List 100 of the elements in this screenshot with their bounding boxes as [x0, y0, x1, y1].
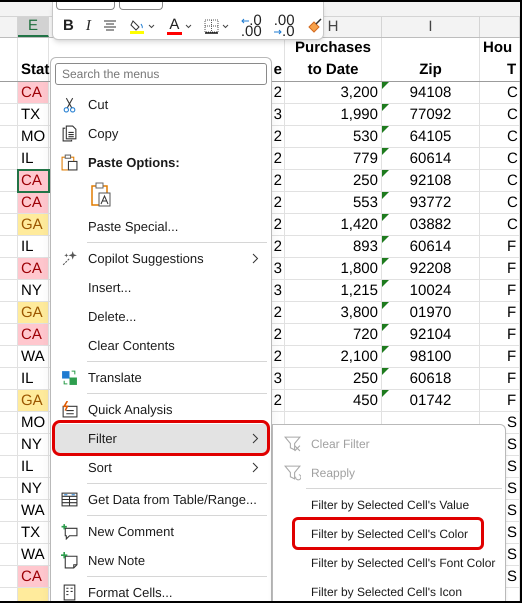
table-cell[interactable]: IL: [18, 456, 49, 478]
table-cell[interactable]: WA: [18, 346, 49, 368]
table-cell[interactable]: GA: [18, 390, 49, 412]
scissors-icon: [61, 96, 78, 113]
table-cell: 2,100: [285, 346, 382, 368]
table-cell: 250: [285, 368, 382, 390]
zip-code: 60614: [410, 238, 452, 255]
table-cell: F: [480, 258, 520, 280]
quick-analysis-icon: [61, 401, 78, 418]
table-cell: 3,200: [285, 82, 382, 104]
zip-code: 77092: [410, 106, 452, 123]
table-cell[interactable]: CA: [18, 192, 49, 214]
menu-item[interactable]: Get Data from Table/Range...: [55, 485, 267, 514]
table-cell[interactable]: CA: [18, 324, 49, 346]
table-cell: 1,990: [285, 104, 382, 126]
increase-decimal-button[interactable]: .0 .00: [238, 15, 265, 37]
arrow-left-icon: [241, 18, 250, 24]
font-size-field[interactable]: [119, 2, 163, 10]
align-center-icon: [102, 20, 117, 32]
arrow-right-icon: [274, 28, 282, 34]
table-cell: F: [480, 346, 520, 368]
copy-icon: [61, 125, 78, 142]
table-cell[interactable]: IL: [18, 236, 49, 258]
menu-item[interactable]: New Note: [55, 546, 267, 575]
table-cell: 3,800: [285, 302, 382, 324]
form-icon: [61, 584, 78, 601]
table-cell[interactable]: NY: [18, 434, 49, 456]
table-cell[interactable]: NY: [18, 280, 49, 302]
font-color-button[interactable]: A: [164, 15, 195, 37]
sparkle-icon: [61, 250, 78, 267]
table-cell: F: [480, 324, 520, 346]
column-heading: T: [506, 60, 518, 80]
filter-clear-icon: [284, 435, 301, 452]
menu-item[interactable]: Format Cells...: [55, 578, 267, 601]
table-cell[interactable]: TX: [18, 104, 49, 126]
table-cell: 1,420: [285, 214, 382, 236]
menu-item[interactable]: Clear Contents: [55, 331, 267, 360]
note-icon: [61, 552, 78, 569]
table-icon: [61, 491, 78, 508]
search-field[interactable]: Search the menus: [55, 63, 267, 85]
zip-code: 94108: [410, 84, 452, 101]
caret-icon: [148, 24, 155, 28]
column-heading: to Date: [308, 60, 358, 80]
table-cell: C: [480, 148, 520, 170]
table-cell: 250: [285, 170, 382, 192]
borders-icon: [204, 18, 219, 34]
filter-refresh-icon: [284, 464, 301, 481]
table-cell[interactable]: CA: [18, 566, 49, 588]
comment-icon: [61, 523, 78, 540]
zip-code: 10024: [410, 282, 452, 299]
table-cell[interactable]: IL: [18, 148, 49, 170]
zip-code: 92208: [410, 260, 452, 277]
table-cell[interactable]: GA: [18, 214, 49, 236]
table-cell: F: [480, 302, 520, 324]
table-cell[interactable]: CA: [18, 258, 49, 280]
zip-code: 64105: [410, 128, 452, 145]
table-cell[interactable]: IL: [18, 368, 49, 390]
table-cell[interactable]: WA: [18, 500, 49, 522]
table-cell: F: [480, 368, 520, 390]
menu-item[interactable]: Sort: [55, 453, 267, 482]
zip-code: 98100: [410, 348, 452, 365]
table-cell: 1,800: [285, 258, 382, 280]
table-cell: F: [480, 280, 520, 302]
table-cell: C: [480, 170, 520, 192]
table-cell: 530: [285, 126, 382, 148]
table-cell[interactable]: TX: [18, 522, 49, 544]
zip-code: 01742: [410, 392, 452, 409]
table-cell[interactable]: CA: [18, 170, 49, 192]
column-heading: Stat: [21, 60, 48, 80]
table-cell[interactable]: WA: [18, 544, 49, 566]
table-cell: F: [480, 236, 520, 258]
table-cell: 779: [285, 148, 382, 170]
menu-item[interactable]: New Comment: [55, 517, 267, 546]
font-name-field[interactable]: [56, 2, 115, 10]
brush-icon: [306, 18, 323, 34]
table-cell[interactable]: NY: [18, 478, 49, 500]
table-cell[interactable]: MO: [18, 412, 49, 434]
paint-bucket-icon: [128, 18, 145, 34]
table-cell: 553: [285, 192, 382, 214]
column-heading: e: [274, 60, 282, 80]
column-header[interactable]: E: [18, 17, 49, 37]
clipboard-icon: [61, 154, 78, 171]
zip-code: 03882: [410, 216, 452, 233]
caret-icon: [222, 24, 229, 28]
table-cell: 1,215: [285, 280, 382, 302]
table-cell[interactable]: GA: [18, 302, 49, 324]
zip-code: 93772: [410, 194, 452, 211]
caret-icon: [184, 24, 192, 28]
column-header[interactable]: I: [382, 17, 480, 37]
italic-button[interactable]: I: [82, 15, 94, 37]
table-cell[interactable]: CA: [18, 82, 49, 104]
table-cell: C: [480, 104, 520, 126]
zip-code: 92104: [410, 326, 452, 343]
table-cell: C: [480, 82, 520, 104]
zip-code: 92108: [410, 172, 452, 189]
zip-code: 60614: [410, 150, 452, 167]
table-cell[interactable]: MO: [18, 126, 49, 148]
bold-button[interactable]: B: [60, 15, 77, 37]
menu-item[interactable]: Delete...: [55, 302, 267, 331]
zip-code: 60618: [410, 370, 452, 387]
